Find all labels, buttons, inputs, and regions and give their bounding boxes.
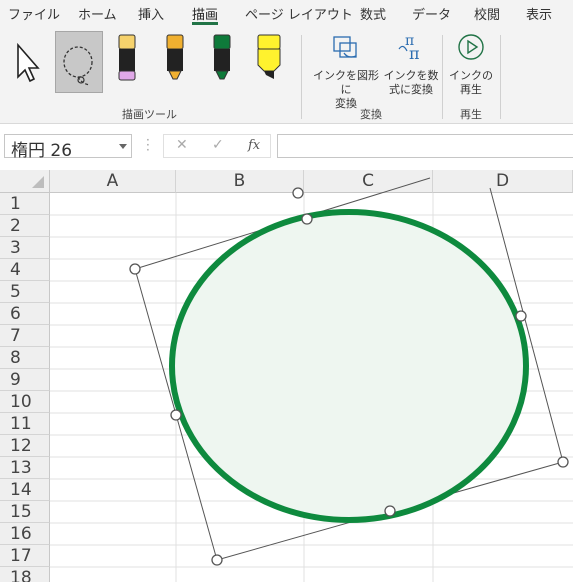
resize-handle-bottom-right[interactable] bbox=[557, 456, 569, 468]
ink-to-math-label-2: 式に変換 bbox=[389, 83, 433, 96]
tab-file[interactable]: ファイル bbox=[8, 4, 60, 23]
group-separator bbox=[442, 35, 443, 119]
group-separator bbox=[500, 35, 501, 119]
highlighter-button[interactable] bbox=[253, 31, 285, 93]
resize-handle-left[interactable] bbox=[170, 409, 182, 421]
svg-text:π: π bbox=[409, 44, 420, 63]
ink-to-math-label-1: インクを数 bbox=[383, 69, 439, 82]
group-label-replay: 再生 bbox=[460, 108, 482, 121]
green-pen-button[interactable] bbox=[207, 31, 237, 93]
resize-handle-bottom[interactable] bbox=[384, 505, 396, 517]
group-separator bbox=[301, 35, 302, 119]
ink-to-shape-button[interactable]: インクを図形に 変換 bbox=[308, 29, 384, 111]
ink-replay-button[interactable]: インクの 再生 bbox=[448, 29, 494, 97]
ink-replay-label-1: インクの bbox=[449, 69, 493, 82]
more-options-icon[interactable]: · · · bbox=[146, 134, 150, 156]
pencil-icon bbox=[118, 34, 136, 81]
formula-input[interactable] bbox=[277, 134, 573, 158]
resize-handle-right[interactable] bbox=[515, 310, 527, 322]
highlighter-icon bbox=[257, 34, 281, 79]
formula-buttons: ✕ ✓ fx bbox=[163, 134, 271, 158]
group-label-drawing-tools: 描画ツール bbox=[122, 108, 177, 121]
active-tab-indicator bbox=[192, 22, 218, 25]
rotation-handle[interactable] bbox=[292, 187, 304, 199]
ribbon-tab-bar: ファイル ホーム 挿入 描画 ページ レイアウト 数式 データ 校閲 表示 bbox=[0, 0, 573, 27]
green-pen-icon bbox=[213, 34, 231, 80]
ink-to-math-button[interactable]: π π インクを数 式に変換 bbox=[383, 29, 439, 97]
ink-to-math-icon: π π bbox=[398, 33, 420, 63]
insert-function-button[interactable]: fx bbox=[248, 138, 260, 153]
enter-check-icon[interactable]: ✓ bbox=[212, 137, 224, 153]
group-label-convert: 変換 bbox=[360, 108, 382, 121]
select-objects-button[interactable] bbox=[8, 31, 48, 93]
name-box[interactable]: 楕円 26 bbox=[4, 134, 132, 161]
cancel-icon[interactable]: ✕ bbox=[176, 137, 188, 153]
pencil-pen-button[interactable] bbox=[112, 31, 142, 93]
ink-to-shape-label-1: インクを図形に bbox=[313, 69, 379, 96]
tab-page-layout[interactable]: ページ レイアウト bbox=[245, 4, 353, 23]
lasso-icon bbox=[63, 46, 93, 86]
resize-handle-bottom-left[interactable] bbox=[211, 554, 223, 566]
chevron-down-icon[interactable] bbox=[119, 144, 127, 149]
tab-data[interactable]: データ bbox=[412, 4, 451, 23]
formula-bar: 楕円 26 · · · ✕ ✓ fx bbox=[0, 124, 573, 170]
worksheet-grid[interactable]: A B C D 1 2 3 4 5 6 7 8 9 10 11 12 13 14… bbox=[0, 170, 573, 582]
ribbon-panel: 描画ツール インクを図形に 変換 π π インクを数 式に変換 変換 インクの … bbox=[0, 27, 573, 124]
play-circle-icon bbox=[458, 34, 484, 60]
name-box-value: 楕円 26 bbox=[11, 141, 73, 161]
tab-review[interactable]: 校閲 bbox=[474, 4, 500, 23]
ink-replay-label-2: 再生 bbox=[460, 83, 482, 96]
ink-to-shape-icon bbox=[333, 36, 357, 58]
ellipse-shape-layer bbox=[129, 177, 569, 566]
lasso-select-button[interactable] bbox=[55, 31, 103, 93]
tab-view[interactable]: 表示 bbox=[526, 4, 552, 23]
orange-pen-button[interactable] bbox=[160, 31, 190, 93]
arrow-cursor-icon bbox=[17, 42, 40, 83]
resize-handle-top[interactable] bbox=[301, 213, 313, 225]
resize-handle-top-left[interactable] bbox=[129, 263, 141, 275]
tab-insert[interactable]: 挿入 bbox=[138, 4, 164, 23]
tab-home[interactable]: ホーム bbox=[78, 4, 117, 23]
tab-formulas[interactable]: 数式 bbox=[360, 4, 386, 23]
ellipse-shape[interactable] bbox=[169, 209, 529, 523]
tab-draw[interactable]: 描画 bbox=[192, 4, 218, 23]
orange-pen-icon bbox=[166, 34, 184, 80]
